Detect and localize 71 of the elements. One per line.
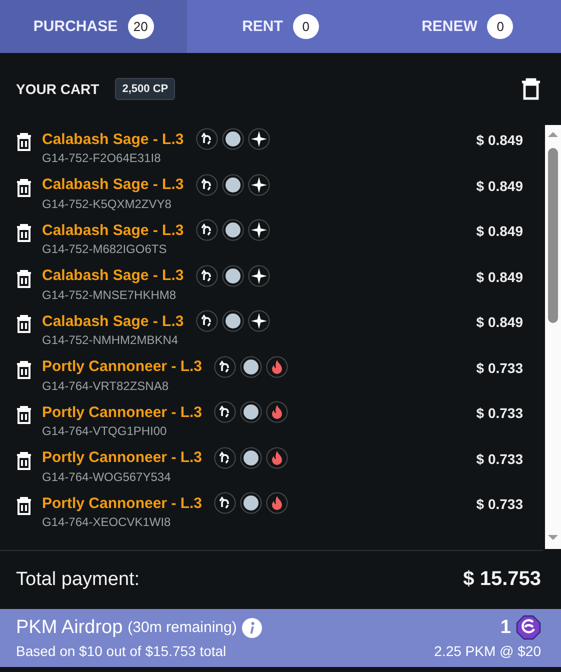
points-badge: 2,500 CP — [115, 78, 176, 100]
item-name: Calabash Sage - L.3 — [42, 176, 184, 193]
sparkle-icon — [248, 310, 270, 332]
total-amount: $ 15.753 — [463, 568, 541, 591]
item-name: Calabash Sage - L.3 — [42, 312, 184, 330]
remove-item-button[interactable] — [16, 406, 32, 424]
circle-icon — [222, 128, 244, 150]
item-name: Calabash Sage - L.3 — [42, 222, 184, 238]
remove-item-button[interactable] — [16, 270, 32, 288]
clear-cart-button[interactable] — [521, 78, 541, 100]
item-code: G14-752-K5QXM2ZVY8 — [42, 196, 172, 210]
item-code: G14-752-MNSE7HKHM8 — [42, 288, 178, 302]
item-code: G14-752-NMHM2MBKN4 — [42, 333, 180, 347]
item-name: Portly Cannoneer - L.3 — [42, 494, 202, 512]
count-badge: 20 — [128, 14, 154, 39]
token-icon — [516, 615, 541, 640]
remove-item-button[interactable] — [16, 224, 32, 242]
sparkle-icon — [248, 174, 270, 196]
remove-item-button[interactable] — [16, 133, 32, 151]
item-price: $ 0.849 — [476, 132, 523, 148]
item-price: $ 0.733 — [476, 450, 523, 466]
airdrop-rate: 2.25 PKM @ $20 — [434, 643, 541, 659]
item-name: Portly Cannoneer - L.3 — [42, 404, 202, 420]
circle-icon — [222, 310, 244, 332]
remove-item-button[interactable] — [16, 315, 32, 333]
item-price: $ 0.733 — [476, 496, 523, 512]
item-name: Portly Cannoneer - L.3 — [42, 449, 202, 466]
total-label: Total payment: — [16, 568, 140, 590]
remove-item-button[interactable] — [16, 497, 32, 515]
item-name: Portly Cannoneer - L.3 — [42, 358, 202, 375]
item-code: G14-752-M682IGO6TS — [42, 242, 168, 256]
circle-icon — [222, 219, 244, 241]
item-price: $ 0.733 — [476, 360, 523, 376]
sparkle-icon — [248, 264, 270, 286]
airdrop-title: PKM Airdrop — [16, 616, 123, 638]
remove-item-button[interactable] — [16, 452, 32, 470]
item-price: $ 0.733 — [476, 405, 523, 421]
flame-icon — [266, 492, 288, 514]
item-code: G14-764-VRT82ZSNA8 — [42, 378, 170, 392]
scrollbar[interactable] — [545, 125, 561, 549]
item-name: Calabash Sage - L.3 — [42, 267, 184, 284]
circle-icon — [240, 401, 262, 423]
airdrop-count: 1 — [500, 616, 511, 638]
circle-icon — [240, 492, 262, 514]
item-code: G14-764-XEOCVK1WI8 — [42, 515, 172, 529]
sparkle-icon — [248, 219, 270, 241]
cart-title: YOUR CART — [16, 81, 100, 97]
remove-item-button[interactable] — [16, 360, 32, 378]
item-price: $ 0.849 — [476, 314, 523, 330]
flame-icon — [266, 401, 288, 423]
info-icon[interactable] — [242, 618, 262, 638]
item-code: G14-764-VTQG1PHI00 — [42, 424, 168, 438]
circle-icon — [222, 174, 244, 196]
flame-icon — [266, 356, 288, 378]
flame-icon — [266, 446, 288, 468]
item-name: Calabash Sage - L.3 — [42, 130, 184, 148]
item-price: $ 0.849 — [476, 268, 523, 284]
count-badge: 0 — [487, 14, 514, 39]
circle-icon — [222, 264, 244, 286]
item-code: G14-764-WOG567Y534 — [42, 470, 172, 484]
circle-icon — [240, 446, 262, 468]
sparkle-icon — [248, 128, 270, 150]
circle-icon — [240, 356, 262, 378]
airdrop-basis: Based on $10 out of $15.753 total — [16, 643, 226, 659]
remaining-time: (30m remaining) — [128, 619, 237, 636]
tab[interactable]: PURCHASE 20 — [0, 0, 187, 53]
item-code: G14-752-F2O64E31I8 — [42, 151, 162, 165]
count-badge: 0 — [292, 14, 319, 39]
item-price: $ 0.849 — [476, 178, 523, 194]
item-price: $ 0.849 — [476, 223, 523, 239]
remove-item-button[interactable] — [16, 178, 32, 196]
